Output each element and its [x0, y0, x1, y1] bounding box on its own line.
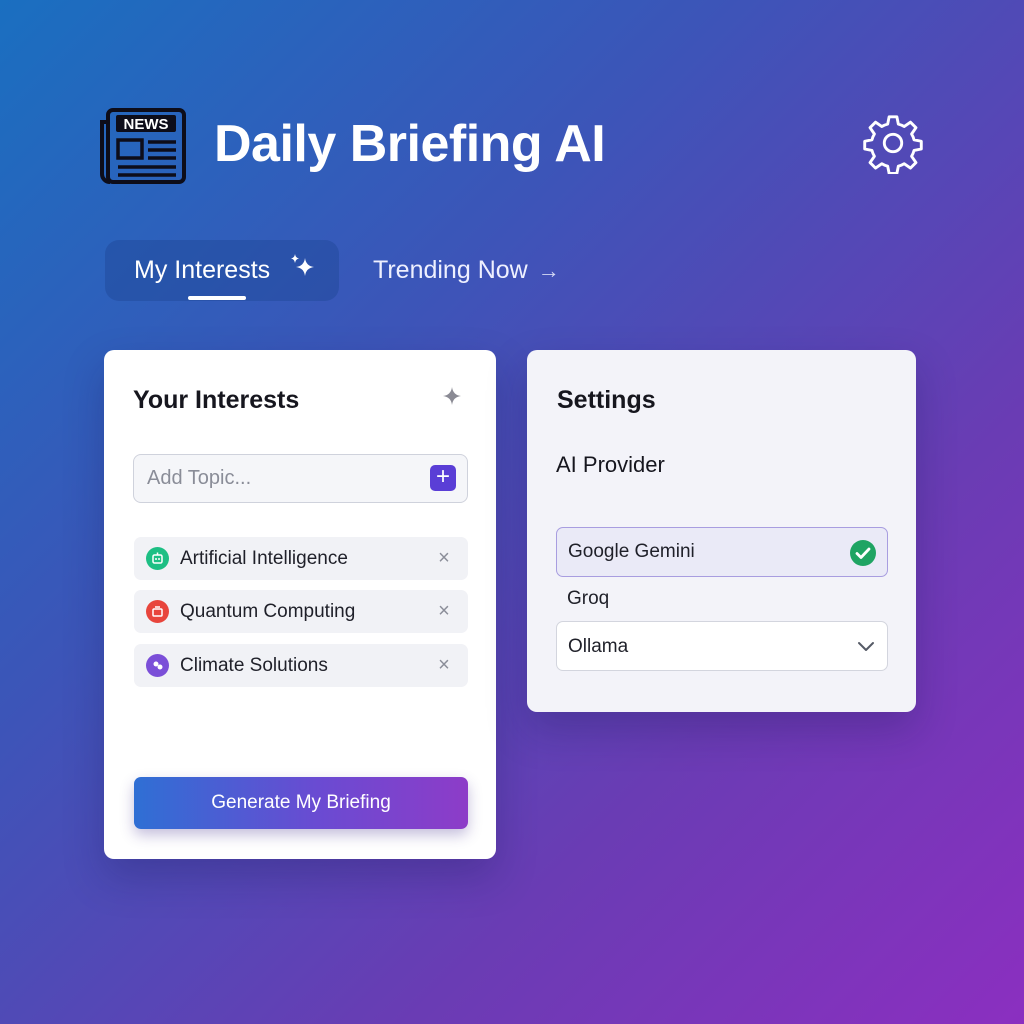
- settings-title: Settings: [557, 386, 656, 414]
- provider-select[interactable]: Ollama: [556, 621, 888, 671]
- robot-icon: [146, 547, 169, 570]
- interests-card: Your Interests + Artificial Intelligence…: [104, 350, 496, 859]
- active-tab-indicator: [188, 296, 246, 300]
- topic-name: Climate Solutions: [180, 655, 328, 676]
- provider-option-google-gemini[interactable]: Google Gemini: [556, 527, 888, 577]
- generate-briefing-button[interactable]: Generate My Briefing: [134, 777, 468, 829]
- topic-name: Artificial Intelligence: [180, 548, 348, 569]
- tab-trending-now[interactable]: Trending Now →: [373, 256, 560, 285]
- topic-item[interactable]: Artificial Intelligence ×: [134, 537, 468, 580]
- newspaper-logo-icon: NEWS: [100, 108, 186, 184]
- check-circle-icon: [850, 540, 876, 566]
- logo-text: NEWS: [124, 116, 169, 133]
- app-title: Daily Briefing AI: [214, 115, 606, 173]
- provider-select-value: Ollama: [568, 636, 629, 657]
- remove-topic-button[interactable]: ×: [432, 598, 456, 624]
- gear-icon[interactable]: [862, 112, 924, 174]
- remove-topic-button[interactable]: ×: [432, 545, 456, 571]
- provider-option-groq[interactable]: Groq: [567, 588, 609, 610]
- provider-option-label: Google Gemini: [568, 541, 695, 562]
- topic-name: Quantum Computing: [180, 601, 356, 622]
- ai-provider-label: AI Provider: [556, 452, 665, 477]
- leaf-icon: [146, 654, 169, 677]
- tab-my-interests-label: My Interests: [134, 256, 271, 284]
- tab-trending-now-label: Trending Now: [373, 256, 528, 284]
- add-topic-input[interactable]: [133, 454, 468, 503]
- sparkle-icon: [291, 254, 314, 276]
- sparkle-icon: [443, 387, 461, 405]
- app-header: NEWS Daily Briefing AI: [98, 104, 928, 188]
- tab-my-interests[interactable]: My Interests: [105, 240, 339, 301]
- atom-icon: [146, 600, 169, 623]
- settings-card: Settings AI Provider Google Gemini Groq …: [527, 350, 916, 712]
- arrow-right-icon: →: [537, 258, 560, 283]
- add-topic-button[interactable]: +: [430, 465, 456, 491]
- topic-item[interactable]: Quantum Computing ×: [134, 590, 468, 633]
- remove-topic-button[interactable]: ×: [432, 652, 456, 678]
- topic-item[interactable]: Climate Solutions ×: [134, 644, 468, 687]
- chevron-down-icon: [858, 642, 874, 651]
- interests-title: Your Interests: [133, 386, 300, 414]
